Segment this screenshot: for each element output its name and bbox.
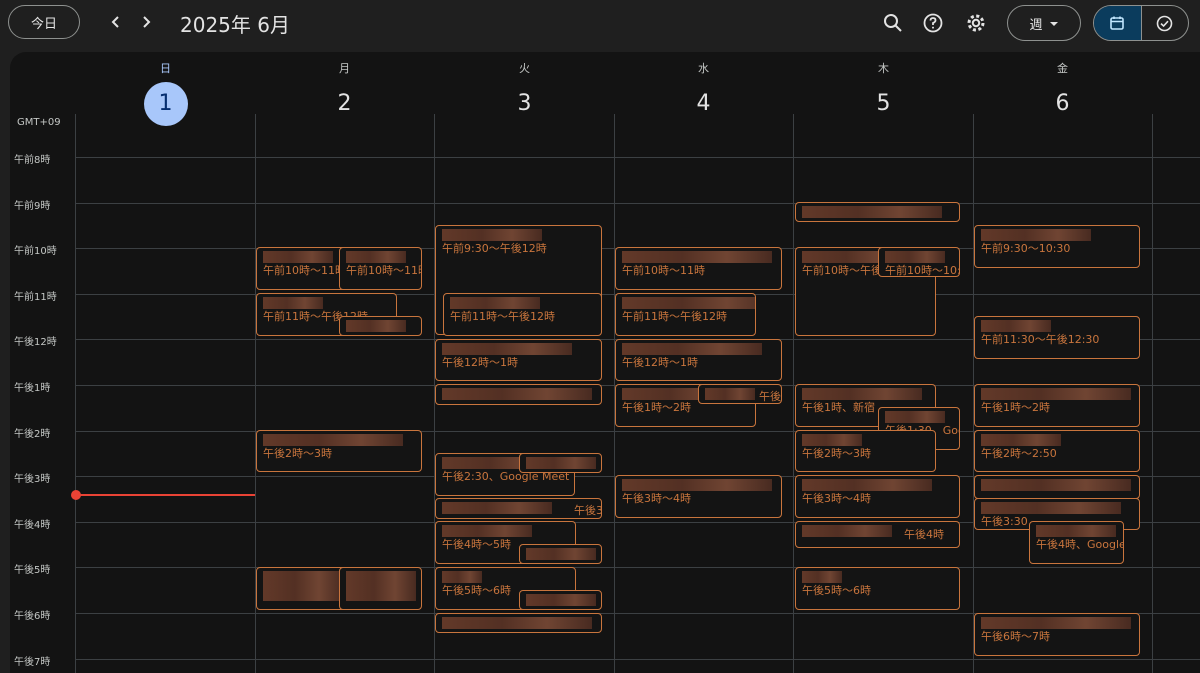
calendar-event[interactable]: 午前10時～11時 — [615, 247, 782, 290]
day-number[interactable]: 6 — [1041, 82, 1085, 126]
calendar-event[interactable]: 午後2時～2:50 — [974, 430, 1140, 472]
day-number[interactable]: 3 — [503, 82, 547, 126]
calendar-event[interactable] — [435, 384, 602, 405]
calendar-icon[interactable] — [1094, 6, 1142, 40]
hour-line — [76, 567, 1200, 568]
today-button[interactable]: 今日 — [8, 5, 80, 39]
calendar-event[interactable]: 午前11時～午後12時 — [443, 293, 602, 336]
page-title: 2025年 6月 — [180, 13, 290, 37]
calendar-event[interactable]: 午後2時～3時 — [256, 430, 422, 472]
calendar-event[interactable]: 午前10時～11時 — [339, 247, 422, 290]
hour-label: 午前9時 — [14, 201, 51, 212]
calendar-event[interactable]: 午前10時～11時 — [256, 247, 351, 290]
day-header-thu[interactable]: 木 5 — [794, 60, 973, 126]
current-time-line — [76, 494, 255, 496]
calendar-event[interactable]: 午後5時～6時 — [795, 567, 960, 610]
calendar-event[interactable]: 午後4時、Google — [1029, 521, 1124, 564]
day-number[interactable]: 5 — [862, 82, 906, 126]
day-number[interactable]: 4 — [682, 82, 726, 126]
calendar-event[interactable] — [974, 475, 1140, 499]
calendar-event[interactable]: 午後3時～4時 — [795, 475, 960, 518]
chevron-left-icon[interactable] — [104, 10, 128, 34]
hour-label: 午後4時 — [14, 520, 51, 531]
hour-line — [76, 659, 1200, 660]
calendar-event[interactable]: 午後12時～1時 — [615, 339, 782, 381]
calendar-event[interactable]: 午前9:30～10:30 — [974, 225, 1140, 268]
day-header-sun[interactable]: 日 1 — [76, 60, 255, 126]
calendar-panel — [10, 52, 1200, 673]
calendar-event[interactable] — [519, 544, 602, 564]
calendar-event[interactable]: 午前11:30～午後12:30 — [974, 316, 1140, 359]
hour-label: 午後3時 — [14, 474, 51, 485]
calendar-event[interactable] — [795, 202, 960, 222]
calendar-event[interactable]: 午前10時～10: — [878, 247, 960, 277]
calendar-event[interactable]: 午後1時～2時 — [974, 384, 1140, 427]
help-icon[interactable] — [920, 10, 946, 36]
day-number[interactable]: 2 — [323, 82, 367, 126]
calendar-event[interactable] — [256, 567, 351, 610]
gear-icon[interactable] — [963, 10, 989, 36]
hour-line — [76, 157, 1200, 158]
day-number[interactable]: 1 — [143, 82, 188, 126]
view-select-label: 週 — [1029, 17, 1043, 33]
mode-toggle — [1093, 5, 1189, 41]
hour-label: 午後7時 — [14, 657, 51, 668]
calendar-event[interactable] — [519, 590, 602, 610]
chevron-right-icon[interactable] — [134, 10, 158, 34]
calendar-event[interactable]: 午後3時～4時 — [615, 475, 782, 518]
search-icon[interactable] — [880, 10, 906, 36]
hour-label: 午後2時 — [14, 429, 51, 440]
calendar-event[interactable]: 午前11時～午後12時 — [615, 293, 756, 336]
calendar-event[interactable]: 午後4時 — [795, 521, 960, 548]
timezone-label: GMT+09 — [17, 117, 61, 128]
day-header-tue[interactable]: 火 3 — [435, 60, 614, 126]
calendar-event[interactable]: 午後6時～7時 — [974, 613, 1140, 656]
day-of-week: 月 — [339, 62, 350, 75]
calendar-event[interactable]: 午後 — [698, 384, 782, 404]
day-of-week: 水 — [698, 62, 709, 75]
grid-line — [1152, 114, 1153, 673]
tasks-icon[interactable] — [1142, 6, 1189, 40]
hour-label: 午後12時 — [14, 337, 57, 348]
calendar-event[interactable]: 午後3 — [435, 498, 602, 519]
hour-label: 午前10時 — [14, 246, 57, 257]
grid-line — [75, 114, 76, 673]
calendar-header: 今日 2025年 6月 週 — [0, 0, 1200, 48]
day-of-week: 火 — [519, 62, 530, 75]
hour-label: 午後1時 — [14, 383, 51, 394]
day-of-week: 木 — [878, 62, 889, 75]
day-header-wed[interactable]: 水 4 — [614, 60, 793, 126]
calendar-event[interactable] — [339, 316, 422, 336]
hour-label: 午前8時 — [14, 155, 51, 166]
calendar-event[interactable] — [339, 567, 422, 610]
hour-label: 午前11時 — [14, 292, 57, 303]
grid-line — [793, 114, 794, 673]
hour-line — [76, 203, 1200, 204]
hour-label: 午後6時 — [14, 611, 51, 622]
caret-down-icon — [1049, 16, 1059, 31]
hour-label: 午後5時 — [14, 565, 51, 576]
day-of-week: 金 — [1057, 62, 1068, 75]
day-header-mon[interactable]: 月 2 — [255, 60, 434, 126]
view-select[interactable]: 週 — [1007, 5, 1081, 41]
calendar-event[interactable]: 午後12時～1時 — [435, 339, 602, 381]
day-header-fri[interactable]: 金 6 — [973, 60, 1152, 126]
calendar-event[interactable]: 午後2時～3時 — [795, 430, 936, 472]
day-of-week: 日 — [160, 62, 171, 75]
calendar-event[interactable] — [519, 453, 602, 473]
calendar-event[interactable] — [435, 613, 602, 633]
current-time-dot — [71, 490, 81, 500]
